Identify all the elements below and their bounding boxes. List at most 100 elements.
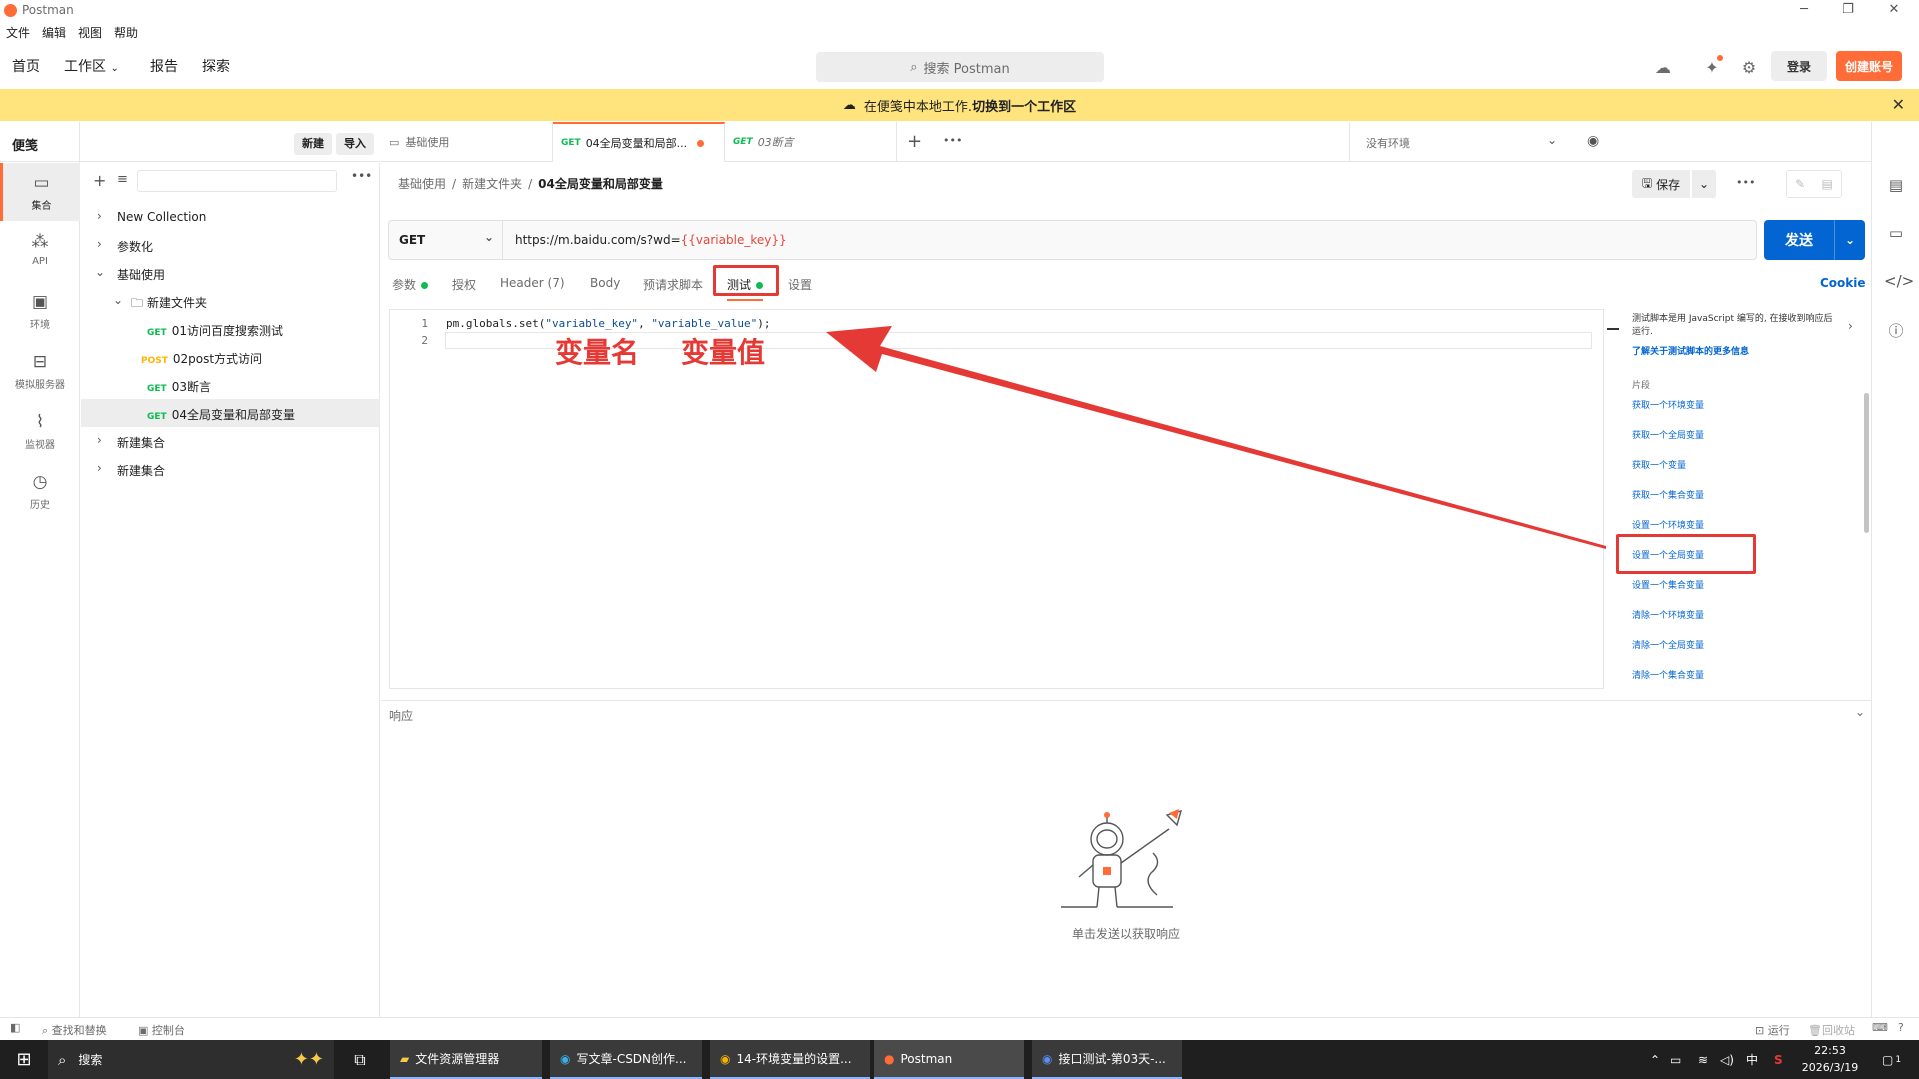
nav-explore[interactable]: 探索 bbox=[202, 56, 230, 76]
tab-body[interactable]: Body bbox=[590, 276, 620, 290]
rail-environments[interactable]: ▣ 环境 bbox=[0, 292, 80, 331]
edit-docs-toggle[interactable]: ✎ ▤ bbox=[1786, 170, 1842, 198]
taskbar-search-input[interactable]: ⌕ 搜索 ✦✦ bbox=[48, 1040, 334, 1079]
taskbar-app-explorer[interactable]: ▰ 文件资源管理器 bbox=[390, 1040, 542, 1079]
breadcrumb-collection[interactable]: 基础使用 bbox=[398, 175, 446, 192]
learn-more-link[interactable]: 了解关于测试脚本的更多信息 bbox=[1632, 344, 1749, 357]
search-input[interactable]: ⌕ 搜索 Postman bbox=[816, 52, 1104, 82]
rail-collections[interactable]: ▭ 集合 bbox=[0, 163, 80, 221]
rail-mock-servers[interactable]: ⊟ 模拟服务器 bbox=[0, 352, 80, 391]
tab-authorization[interactable]: 授权 bbox=[452, 276, 476, 293]
settings-gear-icon[interactable]: ⚙ bbox=[1737, 56, 1761, 80]
tree-collection[interactable]: › 新建集合 bbox=[81, 455, 380, 483]
menu-edit[interactable]: 编辑 bbox=[42, 24, 66, 41]
breadcrumb-request[interactable]: 04全局变量和局部变量 bbox=[538, 175, 663, 192]
taskbar-app-chrome[interactable]: ◉ 14-环境变量的设置... bbox=[710, 1040, 870, 1079]
info-icon[interactable]: ⓘ bbox=[1884, 320, 1908, 341]
task-view-icon[interactable]: ⧉ bbox=[340, 1040, 380, 1079]
cookies-link[interactable]: Cookie bbox=[1820, 276, 1866, 290]
taskbar-app-browser[interactable]: ◉ 接口测试-第03天-... bbox=[1032, 1040, 1182, 1079]
close-window-icon[interactable]: ✕ bbox=[1884, 2, 1904, 17]
save-dropdown-button[interactable]: ⌄ bbox=[1692, 170, 1716, 198]
snippet-link[interactable]: 获取一个全局变量 bbox=[1632, 428, 1704, 441]
console-button[interactable]: ▣ 控制台 bbox=[138, 1022, 185, 1038]
toggle-sidebar-icon[interactable]: ◧ bbox=[10, 1021, 20, 1034]
save-button[interactable]: 🖫 保存 bbox=[1632, 170, 1690, 198]
snippet-link[interactable]: 清除一个环境变量 bbox=[1632, 608, 1704, 621]
snippet-link-set-global[interactable]: 设置一个全局变量 bbox=[1632, 548, 1704, 561]
runner-button[interactable]: ⊡ 运行 bbox=[1755, 1022, 1790, 1038]
nav-workspaces[interactable]: 工作区 ⌄ bbox=[64, 56, 119, 76]
add-icon[interactable]: + bbox=[93, 171, 106, 190]
windows-start-icon[interactable]: ⊞ bbox=[0, 1040, 48, 1079]
find-replace-button[interactable]: ⌕ 查找和替换 bbox=[42, 1022, 107, 1038]
tree-request-active[interactable]: GET 04全局变量和局部变量 bbox=[81, 399, 380, 427]
snippet-link[interactable]: 设置一个环境变量 bbox=[1632, 518, 1704, 531]
tree-collection[interactable]: › New Collection bbox=[81, 203, 380, 231]
new-tab-icon[interactable]: + bbox=[907, 131, 922, 152]
rail-apis[interactable]: ⁂ API bbox=[0, 232, 80, 267]
tab-params[interactable]: 参数 bbox=[392, 276, 429, 293]
tab-request[interactable]: GET 03断言 bbox=[725, 122, 897, 162]
snippet-link[interactable]: 获取一个集合变量 bbox=[1632, 488, 1704, 501]
url-input[interactable]: https://m.baidu.com/s?wd= {{variable_key… bbox=[515, 221, 787, 259]
new-button[interactable]: 新建 bbox=[294, 133, 332, 155]
send-button[interactable]: 发送 ⌄ bbox=[1764, 220, 1865, 260]
tab-request-active[interactable]: GET 04全局变量和局部... bbox=[553, 122, 725, 162]
tab-headers[interactable]: Header (7) bbox=[500, 276, 565, 290]
snippet-link[interactable]: 清除一个集合变量 bbox=[1632, 668, 1704, 681]
menu-help[interactable]: 帮助 bbox=[114, 24, 138, 41]
chevron-right-icon[interactable]: › bbox=[1848, 319, 1853, 333]
filter-icon[interactable]: ≡ bbox=[117, 172, 128, 187]
taskbar-clock[interactable]: 22:53 2026/3/19 bbox=[1798, 1042, 1862, 1076]
snippet-link[interactable]: 获取一个环境变量 bbox=[1632, 398, 1704, 411]
login-button[interactable]: 登录 bbox=[1771, 51, 1827, 81]
snippets-scrollbar[interactable] bbox=[1864, 393, 1869, 533]
menu-view[interactable]: 视图 bbox=[78, 24, 102, 41]
method-select[interactable]: GET ⌄ bbox=[389, 221, 503, 259]
taskbar-app-postman[interactable]: ● Postman bbox=[874, 1040, 1024, 1079]
menu-file[interactable]: 文件 bbox=[6, 24, 30, 41]
snippet-link[interactable]: 设置一个集合变量 bbox=[1632, 578, 1704, 591]
minimize-icon[interactable]: ─ bbox=[1794, 2, 1814, 17]
nav-home[interactable]: 首页 bbox=[12, 56, 40, 76]
taskbar-app-edge[interactable]: ◉ 写文章-CSDN创作... bbox=[550, 1040, 702, 1079]
snippet-link[interactable]: 获取一个变量 bbox=[1632, 458, 1686, 471]
tree-request[interactable]: GET 03断言 bbox=[81, 371, 380, 399]
tab-settings[interactable]: 设置 bbox=[788, 276, 812, 293]
tab-pre-request-script[interactable]: 预请求脚本 bbox=[643, 276, 703, 293]
tray-sogou-icon[interactable]: S bbox=[1764, 1040, 1793, 1079]
chevron-down-icon[interactable]: ⌄ bbox=[1855, 705, 1865, 719]
tree-collection[interactable]: › 参数化 bbox=[81, 231, 380, 259]
environment-selector[interactable]: 没有环境 ⌄ bbox=[1349, 122, 1569, 162]
tree-request[interactable]: POST 02post方式访问 bbox=[81, 343, 380, 371]
send-dropdown-chevron-icon[interactable]: ⌄ bbox=[1834, 220, 1865, 260]
more-options-icon[interactable]: ••• bbox=[351, 169, 372, 183]
tab-collection[interactable]: ▭ 基础使用 bbox=[381, 122, 553, 162]
comments-icon[interactable]: ▭ bbox=[1884, 224, 1908, 242]
rail-history[interactable]: ◷ 历史 bbox=[0, 472, 80, 511]
tray-network-icon[interactable]: ▭ bbox=[1660, 1040, 1691, 1079]
code-icon[interactable]: </> bbox=[1884, 272, 1914, 290]
tree-collection[interactable]: › 新建集合 bbox=[81, 427, 380, 455]
nav-reports[interactable]: 报告 bbox=[150, 56, 178, 76]
tree-request[interactable]: GET 01访问百度搜索测试 bbox=[81, 315, 380, 343]
rail-monitors[interactable]: ⌇ 监视器 bbox=[0, 412, 80, 451]
keyboard-shortcuts-icon[interactable]: ⌨ bbox=[1872, 1021, 1888, 1034]
snippet-link[interactable]: 清除一个全局变量 bbox=[1632, 638, 1704, 651]
help-icon[interactable]: ? bbox=[1898, 1021, 1904, 1034]
trash-button[interactable]: 🗑回收站 bbox=[1808, 1022, 1855, 1038]
cloud-sync-icon[interactable]: ☁ bbox=[1651, 56, 1675, 80]
tree-collection[interactable]: ⌄ 基础使用 bbox=[81, 259, 380, 287]
satellite-icon[interactable]: ✦ bbox=[1700, 55, 1724, 80]
request-options-icon[interactable]: ••• bbox=[1736, 176, 1755, 189]
breadcrumb-folder[interactable]: 新建文件夹 bbox=[462, 175, 522, 192]
environment-quick-look-icon[interactable]: ◉ bbox=[1587, 133, 1599, 149]
notification-center-icon[interactable]: ▢ 1 bbox=[1872, 1040, 1911, 1079]
filter-input[interactable] bbox=[137, 170, 337, 192]
create-account-button[interactable]: 创建账号 bbox=[1836, 51, 1902, 81]
tab-options-icon[interactable]: ••• bbox=[943, 134, 962, 147]
documentation-icon[interactable]: ▤ bbox=[1884, 176, 1908, 194]
import-button[interactable]: 导入 bbox=[336, 133, 374, 155]
tree-folder[interactable]: ⌄ 🗀 新建文件夹 bbox=[81, 287, 380, 315]
